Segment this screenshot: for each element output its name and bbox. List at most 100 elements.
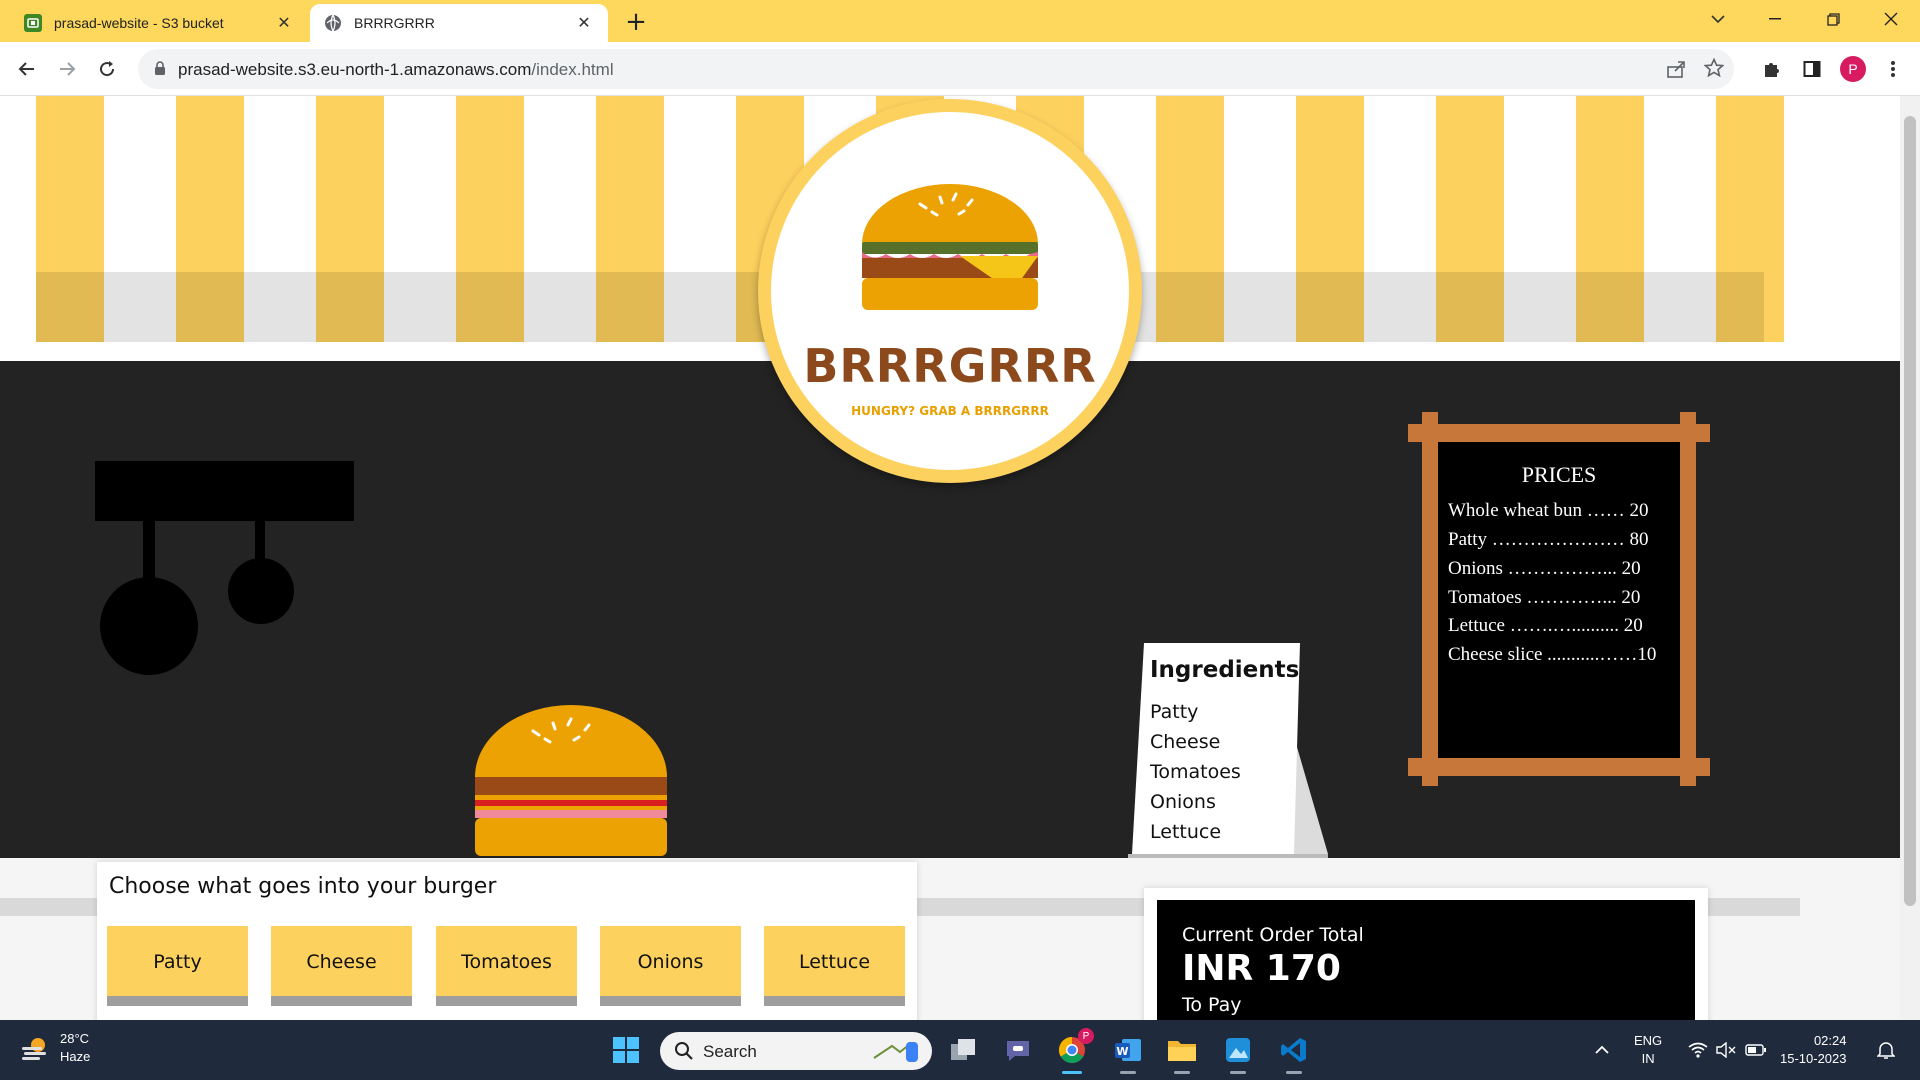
ingredients-title: Ingredients [1150, 657, 1300, 683]
url-text: prasad-website.s3.eu-north-1.amazonaws.c… [178, 60, 614, 80]
globe-icon [324, 14, 342, 32]
weather-temp: 28°C [60, 1031, 90, 1046]
restore-button[interactable] [1808, 0, 1858, 38]
ingredient-item: Cheese [1150, 731, 1221, 753]
price-line: Lettuce …….….......... 20 [1448, 615, 1643, 636]
weather-haze-icon [22, 1038, 46, 1060]
tab-title: BRRRGRRR [354, 15, 435, 31]
chrome-profile-badge: P [1078, 1028, 1094, 1044]
burger-logo-icon [862, 184, 1038, 310]
add-lettuce-button[interactable]: Lettuce [764, 926, 905, 1006]
browser-toolbar: prasad-website.s3.eu-north-1.amazonaws.c… [0, 42, 1920, 96]
weather-desc: Haze [60, 1049, 91, 1064]
search-icon [675, 1042, 693, 1060]
tab-search-dropdown-icon[interactable] [1693, 0, 1743, 38]
svg-text:W: W [1116, 1045, 1128, 1058]
add-onions-button[interactable]: Onions [600, 926, 741, 1006]
vscode-icon[interactable] [1276, 1032, 1312, 1074]
tab-s3-bucket[interactable]: prasad-website - S3 bucket ✕ [10, 4, 308, 42]
ingredient-item: Lettuce [1150, 821, 1222, 843]
close-icon[interactable]: ✕ [574, 13, 594, 33]
add-patty-button[interactable]: Patty [107, 926, 248, 1006]
order-total-label: Current Order Total [1182, 924, 1364, 946]
page-scrollbar[interactable] [1900, 96, 1920, 1020]
price-line: Whole wheat bun …… 20 [1448, 500, 1649, 521]
forward-button[interactable] [50, 52, 84, 86]
address-bar[interactable]: prasad-website.s3.eu-north-1.amazonaws.c… [138, 49, 1734, 89]
ingredients-sign: Ingredients Patty Cheese Tomatoes Onions… [1128, 643, 1328, 858]
lock-icon[interactable] [154, 61, 166, 80]
taskbar-search-box[interactable]: Search [660, 1032, 932, 1070]
weather-text: 28°C Haze [60, 1030, 90, 1066]
file-explorer-icon[interactable] [1164, 1032, 1200, 1074]
order-total-amount: INR 170 [1182, 948, 1341, 989]
price-line: Tomatoes …………... 20 [1448, 587, 1641, 608]
windows-logo-icon [613, 1037, 639, 1063]
lang-line2: IN [1641, 1051, 1655, 1066]
profile-initial: P [1840, 56, 1866, 82]
add-cheese-button[interactable]: Cheese [271, 926, 412, 1006]
price-line: Patty ………………… 80 [1448, 529, 1649, 550]
tab-brrrgrrr[interactable]: BRRRGRRR ✕ [310, 4, 608, 42]
tab-title: prasad-website - S3 bucket [54, 15, 224, 31]
ingredient-item: Tomatoes [1150, 761, 1241, 783]
pan-rack [95, 461, 354, 521]
browser-tab-bar: prasad-website - S3 bucket ✕ BRRRGRRR ✕ … [0, 0, 1920, 42]
order-total-card: Current Order Total INR 170 To Pay [1144, 888, 1708, 1030]
weather-widget[interactable]: 28°C Haze [20, 1030, 90, 1066]
side-panel-icon[interactable] [1795, 52, 1829, 86]
chooser-title: Choose what goes into your burger [109, 874, 497, 899]
running-indicator [1120, 1071, 1136, 1074]
search-highlight-icon [873, 1042, 918, 1062]
search-placeholder: Search [703, 1042, 757, 1061]
url-host: prasad-website.s3.eu-north-1.amazonaws.c… [178, 60, 532, 79]
chrome-menu-icon[interactable] [1876, 52, 1910, 86]
back-button[interactable] [10, 52, 44, 86]
clock-time: 02:24 [1813, 1033, 1847, 1048]
start-button[interactable] [608, 1032, 644, 1068]
frying-pans-icon [100, 521, 294, 675]
running-indicator [1174, 1071, 1190, 1074]
close-icon[interactable]: ✕ [274, 13, 294, 33]
brand-logo: BRRRGRRR HUNGRY? GRAB A BRRRGRRR [758, 99, 1142, 483]
ingredient-item: Onions [1150, 791, 1216, 813]
burger-preview [475, 705, 667, 856]
s3-bucket-icon [24, 14, 42, 32]
input-language[interactable]: ENG IN [1634, 1032, 1662, 1068]
prices-board: PRICES Whole wheat bun …… 20 Patty ……………… [1408, 412, 1710, 786]
running-indicator [1230, 1071, 1246, 1074]
task-view-icon[interactable] [945, 1032, 981, 1068]
brand-tagline: HUNGRY? GRAB A BRRRGRRR [851, 404, 1049, 418]
order-total-panel: Current Order Total INR 170 To Pay [1157, 900, 1695, 1030]
price-line: Cheese slice ...........……10 [1448, 644, 1657, 665]
profile-avatar[interactable]: P [1836, 52, 1870, 86]
active-indicator [1062, 1071, 1082, 1074]
battery-icon[interactable] [1738, 1032, 1774, 1068]
windows-taskbar: 28°C Haze Search P W ENG IN 02:24 15-10-… [0, 1020, 1920, 1080]
photos-icon[interactable] [1220, 1032, 1256, 1074]
chrome-icon[interactable]: P [1054, 1028, 1094, 1074]
ingredient-item: Patty [1150, 701, 1199, 723]
clock-date: 15-10-2023 [1780, 1051, 1847, 1066]
prices-title: PRICES [1521, 462, 1597, 487]
new-tab-button[interactable]: + [620, 6, 652, 38]
running-indicator [1286, 1071, 1302, 1074]
lang-line1: ENG [1634, 1033, 1663, 1048]
url-path: /index.html [531, 60, 614, 79]
extensions-puzzle-icon[interactable] [1755, 52, 1789, 86]
order-total-sublabel: To Pay [1182, 994, 1242, 1016]
system-clock[interactable]: 02:24 15-10-2023 [1780, 1032, 1847, 1068]
notification-bell-icon[interactable] [1868, 1032, 1904, 1068]
bookmark-star-icon[interactable] [1703, 57, 1725, 82]
add-tomatoes-button[interactable]: Tomatoes [436, 926, 577, 1006]
reload-button[interactable] [90, 52, 124, 86]
teams-chat-icon[interactable] [1000, 1032, 1036, 1068]
word-icon[interactable]: W [1110, 1032, 1146, 1074]
scroll-thumb[interactable] [1904, 116, 1916, 906]
price-line: Onions ……………... 20 [1448, 558, 1641, 579]
show-hidden-icons-chevron-icon[interactable] [1584, 1032, 1620, 1068]
brand-title: BRRRGRRR [803, 339, 1097, 393]
share-icon[interactable] [1666, 59, 1686, 83]
minimize-button[interactable] [1750, 0, 1800, 38]
close-window-button[interactable] [1866, 0, 1916, 38]
